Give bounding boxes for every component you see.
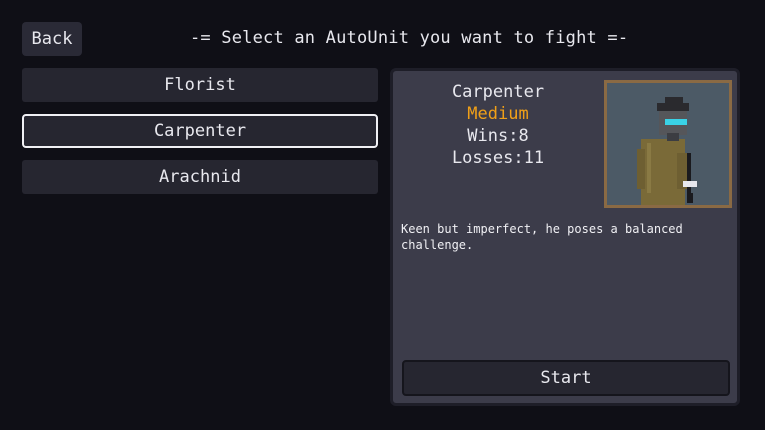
unit-name: Carpenter (451, 82, 545, 102)
unit-detail-panel: Carpenter Medium Wins:8 Losses:11 Keen b… (390, 68, 740, 406)
unit-wins: Wins:8 (467, 126, 529, 146)
page-title: -= Select an AutoUnit you want to fight … (190, 28, 629, 48)
carpenter-robot-portrait-icon (607, 83, 729, 205)
unit-difficulty: Medium (467, 104, 529, 124)
unit-item-carpenter[interactable]: Carpenter (22, 114, 378, 148)
unit-list: Florist Carpenter Arachnid (22, 68, 378, 206)
unit-item-florist[interactable]: Florist (22, 68, 378, 102)
start-button[interactable]: Start (402, 360, 730, 396)
back-button[interactable]: Back (22, 22, 82, 56)
unit-losses: Losses:11 (451, 148, 545, 168)
unit-portrait (604, 80, 732, 208)
unit-description: Keen but imperfect, he poses a balanced … (401, 222, 683, 252)
unit-stats: Carpenter Medium Wins:8 Losses:11 (423, 81, 573, 169)
unit-item-arachnid[interactable]: Arachnid (22, 160, 378, 194)
